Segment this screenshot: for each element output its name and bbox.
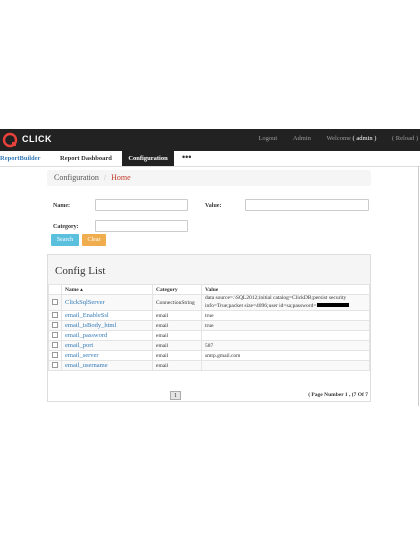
breadcrumb-current: Configuration	[54, 173, 99, 182]
nav-configuration[interactable]: Configuration	[122, 151, 174, 166]
row-name: email_username	[61, 360, 153, 371]
search-button[interactable]: Search	[51, 234, 79, 246]
value-label: Value:	[205, 203, 222, 209]
reload-link[interactable]: ( Reload )	[392, 135, 418, 142]
row-name-link[interactable]: email_port	[65, 342, 93, 349]
row-value: true	[201, 320, 370, 331]
checkbox-icon[interactable]	[52, 331, 58, 338]
admin-link[interactable]: Admin	[293, 135, 311, 142]
table-row[interactable]: email_port email 587	[48, 340, 370, 351]
name-input[interactable]	[95, 199, 188, 211]
row-name: email_password	[61, 330, 153, 341]
row-select[interactable]	[48, 310, 62, 321]
breadcrumb-home[interactable]: Home	[111, 173, 131, 182]
row-select[interactable]	[48, 340, 62, 351]
header-category[interactable]: Category	[152, 284, 202, 295]
scrollbar-track[interactable]	[418, 166, 419, 406]
nav-more-icon[interactable]: •••	[182, 151, 191, 166]
config-table: Name ▴ Category Value ClickSqlServer Con…	[48, 284, 370, 371]
checkbox-icon[interactable]	[52, 351, 58, 358]
table-header-row: Name ▴ Category Value	[48, 284, 370, 295]
row-name-link[interactable]: email_EnableSsl	[65, 312, 109, 319]
row-value: true	[201, 310, 370, 321]
row-category: ConnectionString	[152, 294, 202, 311]
checkbox-icon[interactable]	[52, 321, 58, 328]
checkbox-icon[interactable]	[52, 311, 58, 318]
clear-button[interactable]: Clear	[82, 234, 106, 246]
table-row[interactable]: email_username email	[48, 360, 370, 371]
row-select[interactable]	[48, 330, 62, 341]
main-nav: ReportBuilder Report Dashboard Configura…	[0, 151, 420, 167]
row-name: email_EnableSsl	[61, 310, 153, 321]
top-links: Logout Admin Welcome ( admin ) ( Reload …	[244, 135, 418, 142]
user-name: ( admin )	[352, 135, 377, 142]
row-category: email	[152, 360, 202, 371]
row-name-link[interactable]: ClickSqlServer	[65, 299, 105, 306]
value-input[interactable]	[245, 199, 369, 211]
name-label: Name:	[53, 203, 70, 209]
row-name-link[interactable]: email_username	[65, 362, 108, 369]
row-name-link[interactable]: email_password	[65, 332, 107, 339]
nav-report-dashboard[interactable]: Report Dashboard	[60, 151, 112, 166]
row-value: data source=.\SQL2012;initial catalog=Cl…	[201, 294, 370, 311]
table-row[interactable]: email_EnableSsl email true	[48, 310, 370, 321]
checkbox-icon[interactable]	[52, 341, 58, 348]
row-name: ClickSqlServer	[61, 294, 153, 311]
row-category: email	[152, 340, 202, 351]
row-category: email	[152, 350, 202, 361]
logo-text: CLICK	[22, 134, 52, 144]
panel-header: Config List	[48, 255, 370, 285]
header-name[interactable]: Name ▴	[61, 284, 153, 295]
table-row[interactable]: email_password email	[48, 330, 370, 341]
row-name-link[interactable]: email_isBody_html	[65, 322, 116, 329]
category-input[interactable]	[95, 220, 188, 232]
row-name-link[interactable]: email_server	[65, 352, 99, 359]
row-select[interactable]	[48, 320, 62, 331]
nav-brand[interactable]: ReportBuilder	[0, 151, 40, 166]
row-category: email	[152, 320, 202, 331]
welcome-text: Welcome ( admin )	[327, 135, 377, 142]
panel-title: Config List	[55, 265, 106, 277]
row-category: email	[152, 330, 202, 341]
page-info: ( Page Number 1 , (7 Of 7	[308, 392, 368, 398]
table-row[interactable]: email_server email smtp.gmail.com	[48, 350, 370, 361]
row-value	[201, 330, 370, 341]
header-select	[48, 284, 62, 295]
click-logo-icon	[2, 132, 18, 148]
row-value: smtp.gmail.com	[201, 350, 370, 361]
row-name: email_isBody_html	[61, 320, 153, 331]
page-button[interactable]: 1	[170, 391, 181, 400]
row-value	[201, 360, 370, 371]
breadcrumb: Configuration / Home	[47, 170, 371, 186]
row-select[interactable]	[48, 360, 62, 371]
table-row[interactable]: email_isBody_html email true	[48, 320, 370, 331]
checkbox-icon[interactable]	[52, 361, 58, 368]
redacted-password-block	[316, 303, 349, 308]
logout-link[interactable]: Logout	[258, 135, 277, 142]
header-value[interactable]: Value	[201, 284, 370, 295]
row-select[interactable]	[48, 350, 62, 361]
breadcrumb-separator: /	[103, 173, 107, 182]
row-name: email_server	[61, 350, 153, 361]
row-name: email_port	[61, 340, 153, 351]
top-bar: CLICK Logout Admin Welcome ( admin ) ( R…	[0, 129, 420, 151]
checkbox-icon[interactable]	[52, 298, 58, 305]
category-label: Category:	[53, 224, 79, 230]
welcome-label: Welcome	[326, 135, 351, 142]
row-select[interactable]	[48, 294, 62, 311]
row-value: 587	[201, 340, 370, 351]
row-category: email	[152, 310, 202, 321]
table-row[interactable]: ClickSqlServer ConnectionString data sou…	[48, 294, 370, 311]
